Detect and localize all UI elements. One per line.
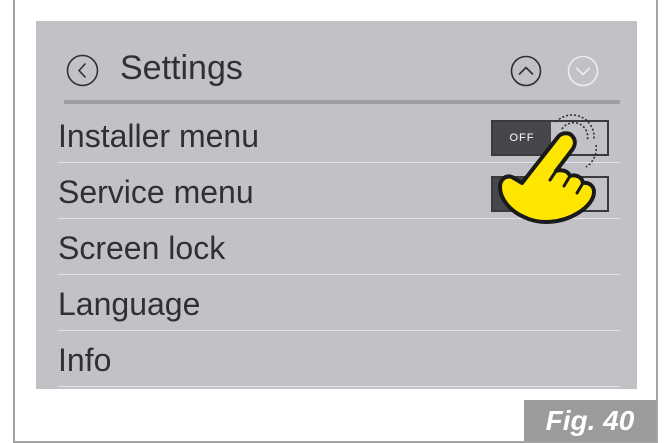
row-divider [58, 386, 620, 387]
chevron-down-circle-icon[interactable] [567, 55, 599, 87]
chevron-up-circle-icon[interactable] [510, 55, 542, 87]
menu-item-label: Service menu [58, 174, 254, 210]
menu-item-label: Language [58, 286, 201, 322]
header-divider [64, 100, 620, 104]
menu-item-info[interactable]: Info [36, 331, 637, 387]
page-title: Settings [120, 49, 243, 87]
menu-item-label: Installer menu [58, 118, 259, 154]
figure-label-text: Fig. 40 [545, 405, 635, 436]
menu-item-label: Info [58, 342, 112, 378]
menu-item-language[interactable]: Language [36, 275, 637, 331]
menu-item-label: Screen lock [58, 230, 226, 266]
settings-header: Settings [36, 21, 637, 101]
menu-item-screen-lock[interactable]: Screen lock [36, 219, 637, 275]
chevron-left-circle-icon[interactable] [66, 54, 99, 87]
pointing-hand-tap-icon [498, 114, 598, 224]
figure-label: Fig. 40 [524, 400, 656, 441]
